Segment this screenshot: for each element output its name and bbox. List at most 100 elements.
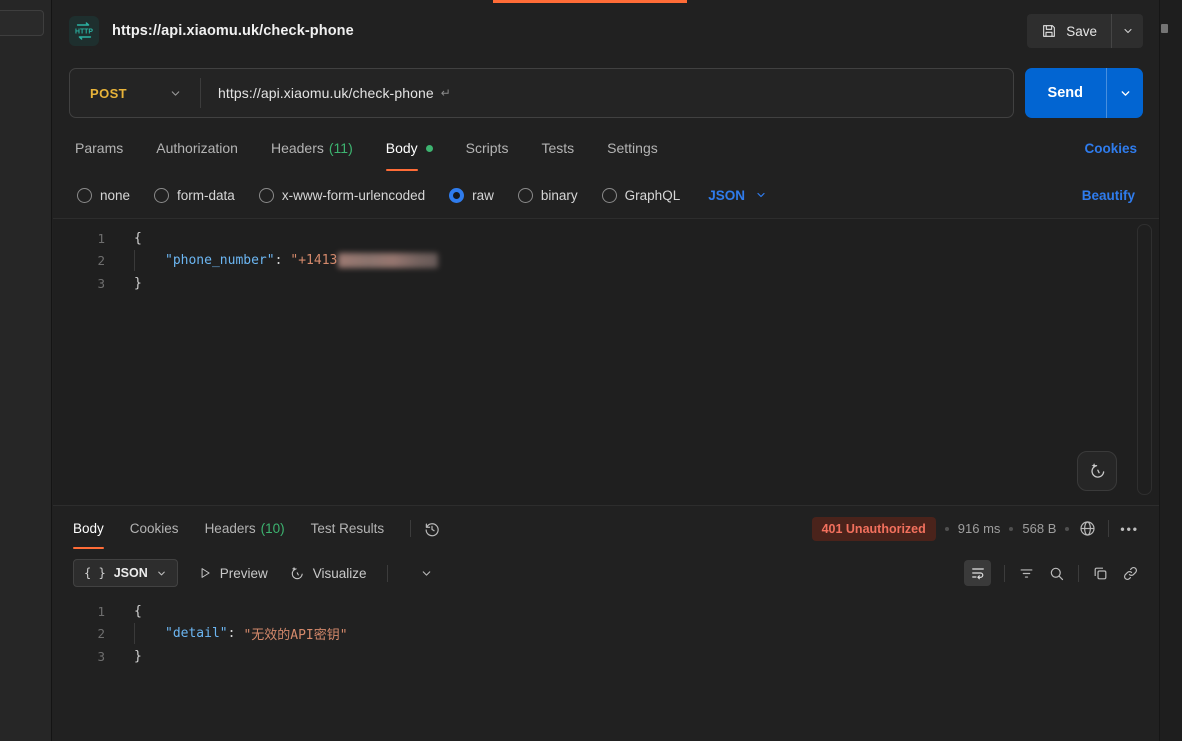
right-rail-icon[interactable] <box>1161 24 1168 33</box>
divider <box>1004 565 1005 582</box>
radio-form-data[interactable]: form-data <box>154 188 235 203</box>
line-number: 1 <box>53 231 105 246</box>
right-sidebar-rail <box>1159 0 1182 741</box>
chevron-down-icon <box>1122 25 1134 37</box>
status-badge: 401 Unauthorized <box>812 517 936 541</box>
divider <box>1108 520 1109 537</box>
response-more-menu[interactable]: ••• <box>1120 522 1139 536</box>
tab-headers[interactable]: Headers(11) <box>271 140 353 156</box>
radio-raw[interactable]: raw <box>449 188 494 203</box>
save-button[interactable]: Save <box>1027 14 1111 48</box>
divider <box>200 78 201 108</box>
body-type-options: none form-data x-www-form-urlencoded raw… <box>53 172 1159 218</box>
tab-params[interactable]: Params <box>75 140 123 156</box>
send-button-group: Send <box>1025 68 1143 118</box>
send-button[interactable]: Send <box>1025 68 1106 118</box>
visualize-options-caret[interactable] <box>420 567 433 580</box>
tab-tests[interactable]: Tests <box>541 140 574 156</box>
send-button-label: Send <box>1048 85 1083 101</box>
share-link-button[interactable] <box>1122 565 1139 582</box>
response-headers-count-badge: (10) <box>261 521 285 536</box>
radio-icon <box>154 188 169 203</box>
radio-icon <box>518 188 533 203</box>
cookies-link[interactable]: Cookies <box>1084 141 1137 156</box>
request-url-row: POST https://api.xiaomu.uk/check-phone ↵… <box>53 62 1159 124</box>
link-icon <box>1122 565 1139 582</box>
app-window: HTTP https://api.xiaomu.uk/check-phone S… <box>0 0 1182 741</box>
chevron-down-icon <box>156 568 167 579</box>
dot-separator <box>1065 527 1069 531</box>
response-header: Body Cookies Headers(10) Test Results 40… <box>53 505 1159 551</box>
method-select[interactable]: POST <box>70 69 200 117</box>
filter-icon <box>1018 565 1035 582</box>
response-tab-cookies[interactable]: Cookies <box>130 521 179 536</box>
request-tabs: Params Authorization Headers(11) Body Sc… <box>53 124 1159 172</box>
copy-button[interactable] <box>1092 565 1109 582</box>
wrap-text-button[interactable] <box>964 560 991 586</box>
radio-icon <box>259 188 274 203</box>
postbot-button[interactable] <box>1077 451 1117 491</box>
request-body-editor[interactable]: 1 { 2 "phone_number":"+1413 3 } <box>53 218 1159 505</box>
search-icon <box>1048 565 1065 582</box>
http-request-icon: HTTP <box>69 16 99 46</box>
method-label: POST <box>90 86 127 101</box>
beautify-link[interactable]: Beautify <box>1082 188 1135 203</box>
radio-icon <box>77 188 92 203</box>
response-size: 568 B <box>1022 521 1056 536</box>
dot-separator <box>945 527 949 531</box>
response-format-select[interactable]: { } JSON <box>73 559 178 587</box>
radio-x-www-form-urlencoded[interactable]: x-www-form-urlencoded <box>259 188 425 203</box>
save-button-group: Save <box>1027 14 1143 48</box>
search-button[interactable] <box>1048 565 1065 582</box>
tab-body[interactable]: Body <box>386 140 433 156</box>
visualize-sparkle-icon <box>288 565 305 582</box>
wrap-text-icon <box>970 565 986 581</box>
network-info-button[interactable] <box>1078 519 1097 538</box>
radio-graphql[interactable]: GraphQL <box>602 188 681 203</box>
format-label: JSON <box>708 188 745 203</box>
code-line: 3 } <box>53 272 1159 295</box>
response-history-button[interactable] <box>423 520 441 538</box>
request-header: HTTP https://api.xiaomu.uk/check-phone S… <box>53 0 1159 62</box>
send-options-caret[interactable] <box>1106 68 1143 118</box>
url-input[interactable]: https://api.xiaomu.uk/check-phone <box>218 85 434 101</box>
svg-text:HTTP: HTTP <box>75 28 93 35</box>
tab-scripts[interactable]: Scripts <box>466 140 509 156</box>
line-number: 2 <box>53 253 105 268</box>
code-line: 2 "phone_number":"+1413 <box>53 250 1159 273</box>
preview-button[interactable]: Preview <box>198 566 268 581</box>
body-modified-dot <box>426 145 433 152</box>
history-clock-icon <box>423 520 441 538</box>
tab-authorization[interactable]: Authorization <box>156 140 238 156</box>
chevron-down-icon <box>755 189 767 201</box>
indent-guide <box>134 623 165 644</box>
response-tab-test-results[interactable]: Test Results <box>311 521 385 536</box>
response-time: 916 ms <box>958 521 1001 536</box>
code-line: 3 } <box>53 645 1159 668</box>
radio-selected-icon <box>449 188 464 203</box>
response-body-editor[interactable]: 1 { 2 "detail":"无效的API密钥" 3 } <box>53 595 1159 741</box>
line-number: 3 <box>53 649 105 664</box>
sidebar-collapsed-item[interactable] <box>0 10 44 36</box>
response-tab-headers[interactable]: Headers(10) <box>205 521 285 536</box>
visualize-button[interactable]: Visualize <box>288 565 367 582</box>
raw-format-select[interactable]: JSON <box>708 188 767 203</box>
copy-icon <box>1092 565 1109 582</box>
chevron-down-icon <box>420 567 433 580</box>
response-tab-body[interactable]: Body <box>73 521 104 536</box>
headers-count-badge: (11) <box>329 140 353 156</box>
main-panel: HTTP https://api.xiaomu.uk/check-phone S… <box>53 0 1159 741</box>
left-sidebar-rail <box>0 0 52 741</box>
save-options-caret[interactable] <box>1111 14 1143 48</box>
line-number: 2 <box>53 626 105 641</box>
tab-settings[interactable]: Settings <box>607 140 658 156</box>
url-input-box: POST https://api.xiaomu.uk/check-phone ↵ <box>69 68 1014 118</box>
editor-scrollbar[interactable] <box>1137 224 1152 495</box>
filter-button[interactable] <box>1018 565 1035 582</box>
line-number: 1 <box>53 604 105 619</box>
response-format-label: JSON <box>114 566 148 580</box>
code-line: 1 { <box>53 227 1159 250</box>
enter-hint-glyph: ↵ <box>441 86 451 100</box>
radio-binary[interactable]: binary <box>518 188 578 203</box>
radio-none[interactable]: none <box>77 188 130 203</box>
